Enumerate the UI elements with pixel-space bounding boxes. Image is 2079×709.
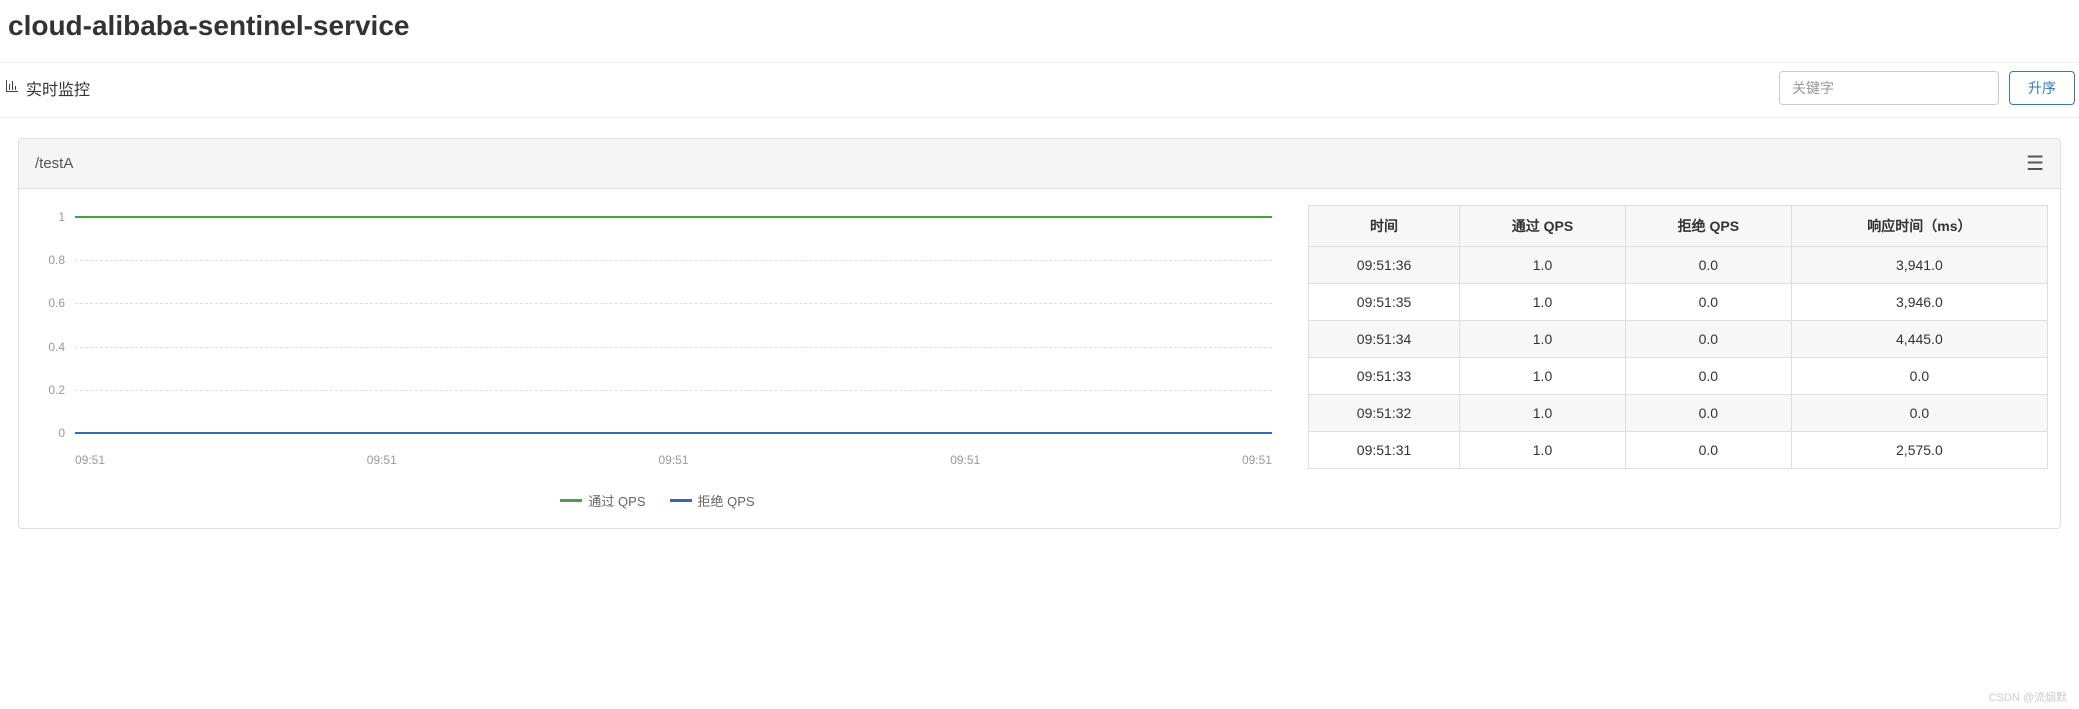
toolbar-label: 实时监控 (26, 76, 90, 100)
chart: 0 0.2 0.4 0.6 0.8 1 09:51 09:51 09:51 09:51 09:51… (31, 205, 1284, 510)
table-cell: 09:51:31 (1309, 432, 1460, 469)
legend-swatch-block (670, 499, 692, 502)
grid-line (75, 303, 1272, 304)
table-cell: 0.0 (1625, 432, 1791, 469)
legend-swatch-pass (560, 499, 582, 502)
panel-header: /testA ☰ (19, 139, 2060, 189)
table-cell: 3,941.0 (1791, 247, 2047, 284)
grid-line (75, 347, 1272, 348)
search-input[interactable] (1779, 71, 1999, 105)
toolbar: 实时监控 升序 (0, 62, 2079, 118)
table-header: 时间 (1309, 206, 1460, 247)
legend-block: 拒绝 QPS (670, 491, 755, 510)
chart-icon (4, 78, 20, 99)
table-cell: 0.0 (1625, 247, 1791, 284)
y-tick: 0.8 (48, 253, 65, 267)
table-cell: 0.0 (1625, 358, 1791, 395)
series-line (75, 432, 1272, 434)
table-row: 09:51:361.00.03,941.0 (1309, 247, 2048, 284)
x-tick: 09:51 (367, 453, 397, 467)
table-row: 09:51:331.00.00.0 (1309, 358, 2048, 395)
table-cell: 4,445.0 (1791, 321, 2047, 358)
table-cell: 0.0 (1791, 395, 2047, 432)
grid-line (75, 260, 1272, 261)
table-cell: 1.0 (1460, 247, 1626, 284)
table-cell: 3,946.0 (1791, 284, 2047, 321)
menu-icon[interactable]: ☰ (2026, 151, 2044, 176)
watermark: CSDN @流烟默 (1989, 689, 2067, 705)
legend-pass: 通过 QPS (560, 491, 645, 510)
table-cell: 09:51:36 (1309, 247, 1460, 284)
table-cell: 1.0 (1460, 395, 1626, 432)
table-header: 拒绝 QPS (1625, 206, 1791, 247)
table-header: 响应时间（ms） (1791, 206, 2047, 247)
table-cell: 0.0 (1625, 395, 1791, 432)
y-tick: 1 (58, 210, 65, 224)
table-cell: 09:51:32 (1309, 395, 1460, 432)
panel-title: /testA (35, 155, 73, 172)
table-cell: 1.0 (1460, 358, 1626, 395)
table-row: 09:51:351.00.03,946.0 (1309, 284, 2048, 321)
x-tick: 09:51 (658, 453, 688, 467)
table-cell: 09:51:35 (1309, 284, 1460, 321)
y-tick: 0.4 (48, 340, 65, 354)
x-tick: 09:51 (1242, 453, 1272, 467)
table-cell: 1.0 (1460, 321, 1626, 358)
table-cell: 0.0 (1625, 284, 1791, 321)
y-tick: 0.2 (48, 383, 65, 397)
table-row: 09:51:341.00.04,445.0 (1309, 321, 2048, 358)
table-row: 09:51:321.00.00.0 (1309, 395, 2048, 432)
table-cell: 1.0 (1460, 432, 1626, 469)
table-cell: 0.0 (1791, 358, 2047, 395)
table-cell: 09:51:33 (1309, 358, 1460, 395)
table-cell: 1.0 (1460, 284, 1626, 321)
x-tick: 09:51 (75, 453, 105, 467)
sort-button[interactable]: 升序 (2009, 71, 2075, 105)
table-row: 09:51:311.00.02,575.0 (1309, 432, 2048, 469)
page-title: cloud-alibaba-sentinel-service (8, 10, 2059, 42)
chart-legend: 通过 QPS 拒绝 QPS (31, 491, 1284, 510)
table-header: 通过 QPS (1460, 206, 1626, 247)
y-tick: 0 (58, 426, 65, 440)
legend-label-pass: 通过 QPS (588, 491, 645, 510)
legend-label-block: 拒绝 QPS (698, 491, 755, 510)
series-line (75, 216, 1272, 218)
metrics-table: 时间通过 QPS拒绝 QPS响应时间（ms） 09:51:361.00.03,9… (1308, 205, 2048, 510)
table-cell: 09:51:34 (1309, 321, 1460, 358)
metric-panel: /testA ☰ 00.20.40.60.81 09:5109:5109:510… (18, 138, 2061, 529)
y-tick: 0.6 (48, 296, 65, 310)
x-tick: 09:51 (950, 453, 980, 467)
grid-line (75, 390, 1272, 391)
table-cell: 2,575.0 (1791, 432, 2047, 469)
table-cell: 0.0 (1625, 321, 1791, 358)
